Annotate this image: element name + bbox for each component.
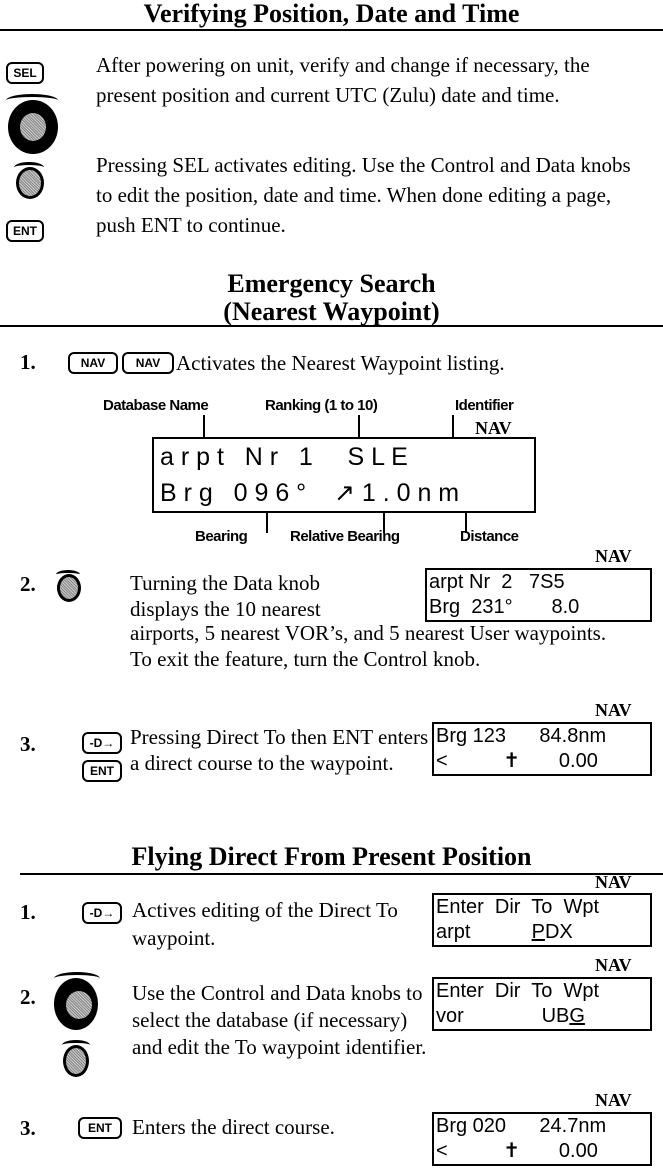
step-number: 3.: [20, 732, 36, 756]
editing-paragraph: Pressing SEL activates editing. Use the …: [96, 153, 631, 237]
ent-button[interactable]: ENT: [6, 220, 44, 242]
direct-to-button[interactable]: -D→: [82, 902, 122, 924]
intro-paragraph: After powering on unit, verify and chang…: [96, 53, 590, 107]
lcd-line: Brg 231° 8.0: [429, 596, 580, 618]
label-ranking: Ranking (1 to 10): [265, 397, 378, 414]
control-knob-icon[interactable]: [8, 100, 58, 154]
label-distance: Distance: [460, 528, 519, 545]
step-number: 2.: [20, 572, 36, 596]
label-identifier: Identifier: [455, 397, 514, 414]
pointer-arrow: [452, 415, 454, 437]
step-text: Pressing Direct To then ENT enters a dir…: [130, 725, 429, 775]
lcd-line: Enter Dir To Wpt: [436, 896, 600, 918]
divider: [20, 873, 663, 875]
lcd-cursor-char: P: [531, 921, 545, 943]
lcd-line: arpt Nr 2 7S5: [429, 571, 565, 593]
lcd-display: Brg 123 84.8nm < ✝ 0.00: [432, 722, 652, 776]
data-knob-icon[interactable]: [63, 1045, 89, 1077]
pointer-arrow: [358, 415, 360, 437]
data-knob-icon[interactable]: [16, 167, 44, 199]
lcd-display-nearest: a r p t N r 1 S L E B r g 0 9 6 ° ↗ 1 . …: [152, 437, 536, 513]
step-text: Activates the Nearest Waypoint listing.: [176, 351, 505, 375]
manual-page: Verifying Position, Date and Time SEL EN…: [0, 0, 663, 1169]
step-number: 2.: [20, 985, 36, 1009]
label-bearing: Bearing: [195, 528, 248, 545]
step-number: 1.: [20, 350, 36, 374]
lcd-line: B r g 0 9 6 ° ↗ 1 . 0 n m: [160, 479, 460, 507]
lcd-cursor-char: G: [569, 1005, 585, 1027]
nav-button[interactable]: NAV: [122, 352, 174, 374]
step-text: airports, 5 nearest VOR’s, and 5 nearest…: [130, 621, 607, 671]
lcd-line: Brg 123 84.8nm: [436, 725, 607, 747]
lcd-line: Enter Dir To Wpt: [436, 980, 600, 1002]
lcd-line: a r p t N r 1 S L E: [160, 443, 408, 471]
lcd-line: arpt PDX: [436, 920, 648, 945]
nav-label: NAV: [595, 546, 632, 566]
section-title-verifying: Verifying Position, Date and Time: [143, 0, 520, 28]
section-title-flying-direct: Flying Direct From Present Position: [131, 842, 532, 871]
nav-label: NAV: [595, 955, 632, 975]
title-line: (Nearest Waypoint): [223, 297, 440, 326]
lcd-line: < ✝ 0.00: [436, 750, 598, 772]
label-relative-bearing: Relative Bearing: [290, 528, 400, 545]
nav-label: NAV: [595, 872, 632, 892]
lcd-line: < ✝ 0.00: [436, 1140, 598, 1162]
step-text: Actives editing of the Direct To waypoin…: [132, 898, 398, 950]
lcd-display: Brg 020 24.7nm < ✝ 0.00: [432, 1112, 652, 1166]
title-line: Emergency Search: [227, 269, 436, 298]
nav-label: NAV: [475, 418, 512, 438]
step-text: Enters the direct course.: [132, 1115, 335, 1139]
nav-label: NAV: [595, 1090, 632, 1110]
divider: [0, 325, 663, 327]
section-title-emergency: Emergency Search (Nearest Waypoint): [0, 270, 663, 326]
sel-button[interactable]: SEL: [6, 62, 44, 84]
step-number: 3.: [20, 1116, 36, 1140]
data-knob-icon[interactable]: [57, 574, 81, 602]
ent-button[interactable]: ENT: [82, 760, 122, 782]
lcd-text: arpt: [436, 921, 532, 943]
step-text: Use the Control and Data knobs to select…: [132, 981, 427, 1059]
pointer-arrow: [266, 513, 268, 533]
lcd-text: DX: [544, 921, 573, 943]
nav-button[interactable]: NAV: [68, 352, 118, 374]
lcd-display: Enter Dir To Wpt vor UBG: [432, 977, 652, 1031]
lcd-line: Brg 020 24.7nm: [436, 1115, 607, 1137]
label-database-name: Database Name: [103, 397, 209, 414]
ent-button[interactable]: ENT: [78, 1117, 122, 1139]
lcd-display: Enter Dir To Wpt arpt PDX: [432, 893, 652, 947]
direct-to-button[interactable]: -D→: [82, 732, 122, 754]
divider: [0, 29, 663, 31]
pointer-arrow: [203, 415, 205, 437]
lcd-line: vor UBG: [436, 1004, 648, 1029]
lcd-display: arpt Nr 2 7S5 Brg 231° 8.0: [425, 568, 652, 622]
nav-label: NAV: [595, 700, 632, 720]
control-knob-icon[interactable]: [54, 978, 98, 1030]
step-number: 1.: [20, 900, 36, 924]
lcd-text: vor UB: [436, 1005, 570, 1027]
